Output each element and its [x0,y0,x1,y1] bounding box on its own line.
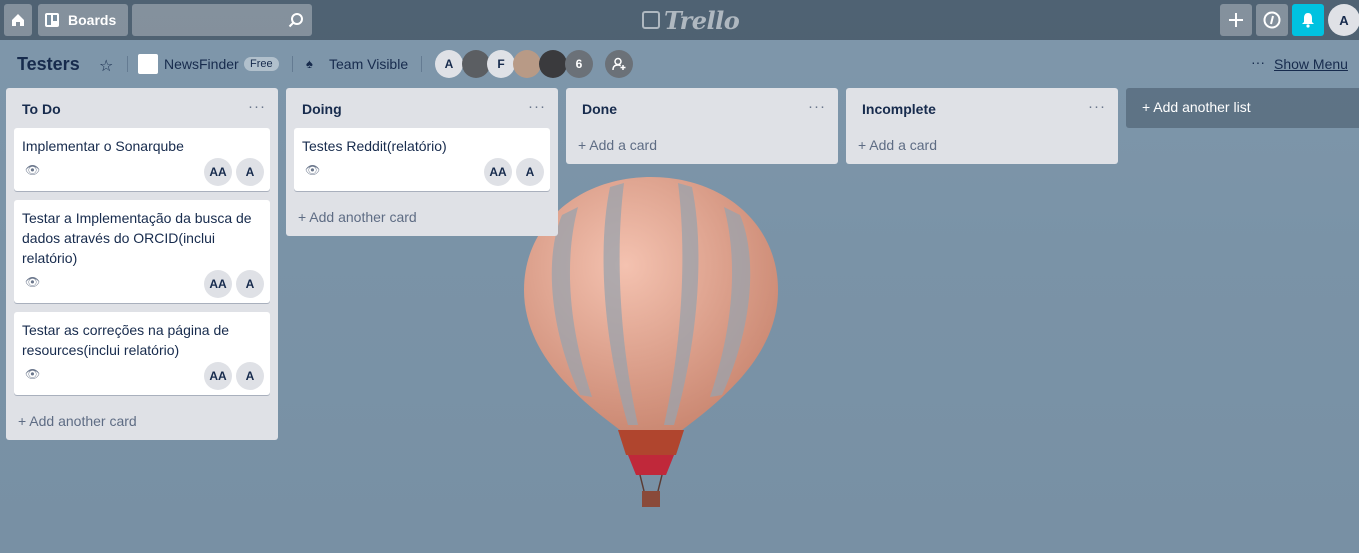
add-list-button[interactable]: + Add another list [1126,88,1359,128]
card-member-avatar[interactable]: AA [204,362,232,390]
list-menu-icon[interactable]: ··· [248,98,266,115]
add-member-icon [612,57,626,71]
plus-icon: + [1142,99,1154,115]
more-members-count[interactable]: 6 [565,50,593,78]
add-list-label: Add another list [1153,99,1251,115]
add-card-label: Add a card [869,137,938,153]
star-icon[interactable]: ☆ [99,56,113,76]
board-header: Testers ☆ NewsFinder Free ♠ Team Visible… [0,40,1359,88]
add-card-button[interactable]: + Add another card [298,209,417,225]
show-menu-button[interactable]: Show Menu [1274,56,1348,72]
menu-dots-icon[interactable]: ··· [1251,54,1265,70]
card-member-avatar[interactable]: A [236,158,264,186]
list-to-do: To Do ··· Implementar o Sonarqube 👁 AA A… [6,88,278,440]
card-member-avatar[interactable]: AA [204,158,232,186]
boards-label: Boards [68,12,117,28]
list-title[interactable]: To Do [22,101,61,117]
board-title[interactable]: Testers [17,54,80,75]
member-avatar-photo[interactable] [513,50,541,78]
card-title: Testar as correções na página de resourc… [22,322,230,358]
top-bar: Boards Trello A [0,0,1359,40]
card[interactable]: Testar as correções na página de resourc… [14,312,270,395]
plus-icon: + [18,413,30,429]
balloon-background-image [524,177,778,507]
member-avatar[interactable]: A [435,50,463,78]
card[interactable]: Testes Reddit(relatório) 👁 AA A [294,128,550,191]
search-icon [288,13,303,28]
card-title: Implementar o Sonarqube [22,138,184,154]
team-visibility-icon: ♠ [306,56,313,71]
search-input[interactable] [132,4,312,36]
boards-icon [45,13,59,27]
card-member-avatar[interactable]: A [516,158,544,186]
list-doing: Doing ··· Testes Reddit(relatório) 👁 AA … [286,88,558,236]
logo-text: Trello [664,5,740,35]
eye-icon: 👁 [25,275,41,289]
home-button[interactable] [4,4,32,36]
info-icon [1263,11,1281,29]
card[interactable]: Testar a Implementação da busca de dados… [14,200,270,303]
card-member-avatar[interactable]: A [236,362,264,390]
header-divider [127,56,128,72]
list-menu-icon[interactable]: ··· [808,98,826,115]
trello-logo-icon [642,11,660,29]
member-avatar-photo[interactable] [462,50,490,78]
notifications-button[interactable] [1292,4,1324,36]
invite-button[interactable] [605,50,633,78]
card[interactable]: Implementar o Sonarqube 👁 AA A [14,128,270,191]
plan-badge: Free [244,57,279,71]
visibility-button[interactable]: Team Visible [329,56,408,72]
card-member-avatar[interactable]: A [236,270,264,298]
trello-logo[interactable]: Trello [642,5,740,35]
bell-icon [1302,13,1314,28]
member-avatar[interactable]: F [487,50,515,78]
add-card-label: Add another card [309,209,417,225]
list-title[interactable]: Incomplete [862,101,936,117]
header-divider [292,56,293,72]
list-done: Done ··· + Add a card [566,88,838,164]
team-name[interactable]: NewsFinder [164,56,239,72]
info-button[interactable] [1256,4,1288,36]
home-icon [12,14,24,26]
list-menu-icon[interactable]: ··· [528,98,546,115]
eye-icon: 👁 [25,367,41,381]
add-card-label: Add a card [589,137,658,153]
list-menu-icon[interactable]: ··· [1088,98,1106,115]
eye-icon: 👁 [25,163,41,177]
plus-icon [1229,13,1243,27]
user-avatar[interactable]: A [1328,4,1359,36]
plus-icon: + [298,209,310,225]
add-card-button[interactable]: + Add a card [858,137,937,153]
plus-icon: + [578,137,590,153]
card-title: Testar a Implementação da busca de dados… [22,210,252,266]
plus-icon: + [858,137,870,153]
team-logo [138,54,158,74]
add-card-button[interactable]: + Add another card [18,413,137,429]
card-title: Testes Reddit(relatório) [302,138,447,154]
list-incomplete: Incomplete ··· + Add a card [846,88,1118,164]
card-member-avatar[interactable]: AA [484,158,512,186]
card-member-avatar[interactable]: AA [204,270,232,298]
member-avatar-photo[interactable] [539,50,567,78]
list-title[interactable]: Done [582,101,617,117]
boards-button[interactable]: Boards [38,4,128,36]
list-title[interactable]: Doing [302,101,342,117]
add-card-button[interactable]: + Add a card [578,137,657,153]
header-divider [421,56,422,72]
create-button[interactable] [1220,4,1252,36]
eye-icon: 👁 [305,163,321,177]
add-card-label: Add another card [29,413,137,429]
